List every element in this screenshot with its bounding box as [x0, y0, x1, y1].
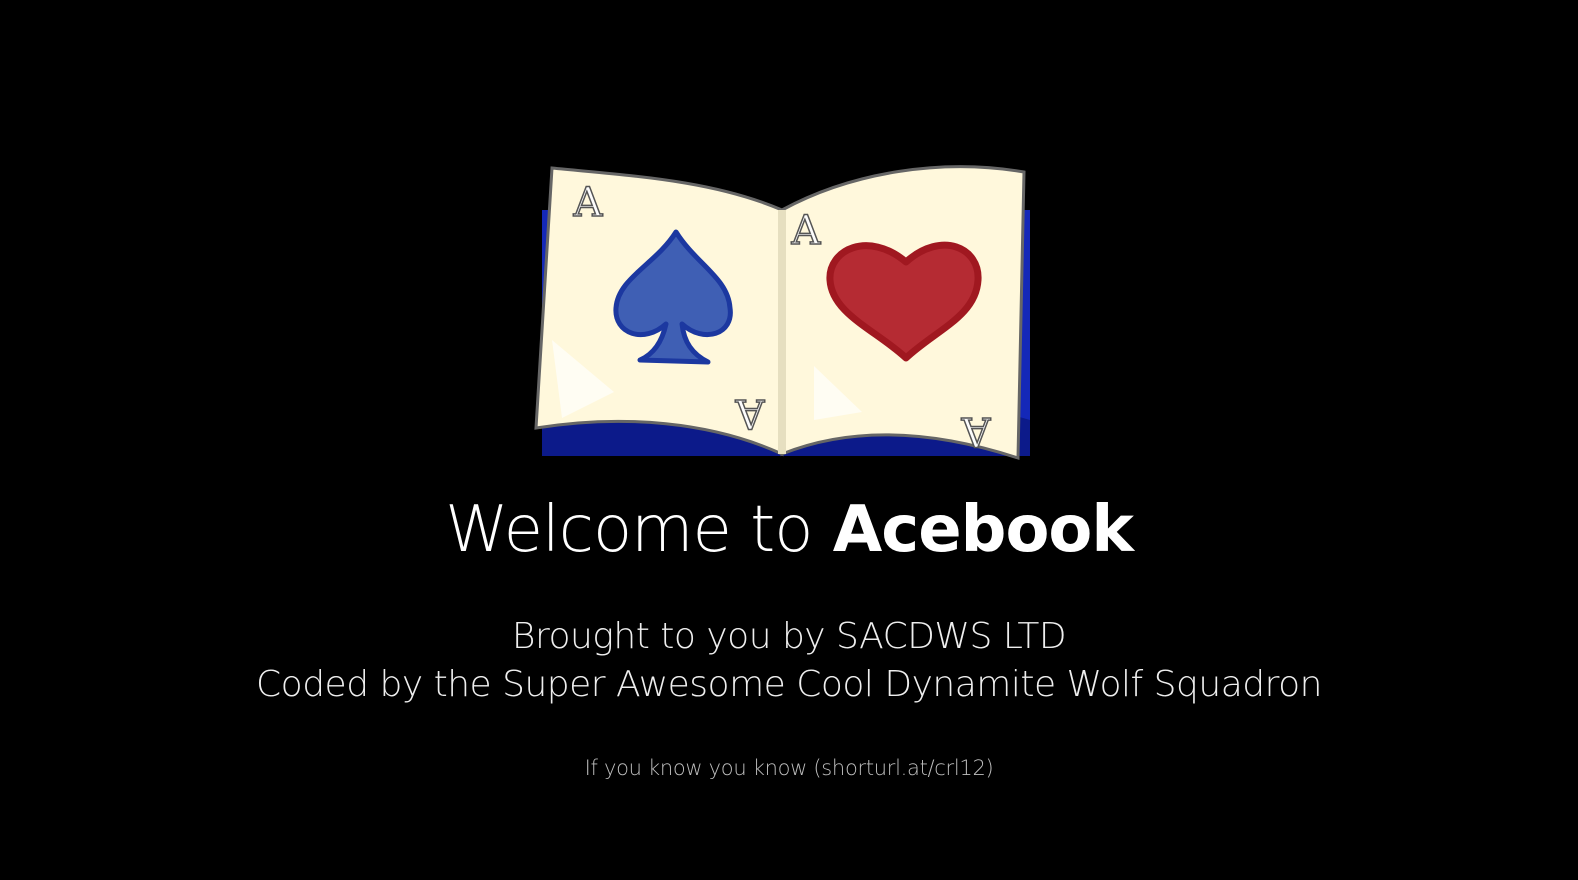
acebook-logo: A A A A [532, 158, 1038, 464]
welcome-prefix: Welcome to [445, 493, 813, 567]
open-book-aces-icon: A A A A [534, 165, 1030, 461]
right-page-rank-bottom: A [960, 408, 991, 454]
left-page-rank-top: A [573, 180, 604, 226]
credits: Brought to you by SACDWS LTD Coded by th… [0, 613, 1578, 709]
welcome-heading: Welcome to Acebook [0, 488, 1578, 572]
credits-line-company: Brought to you by SACDWS LTD [511, 616, 1067, 657]
brand-name: Acebook [832, 493, 1134, 567]
credits-line-team: Coded by the Super Awesome Cool Dynamite… [256, 664, 1322, 705]
right-page-rank-top: A [791, 208, 822, 254]
left-page-rank-bottom: A [734, 390, 765, 436]
footnote: If you know you know (shorturl.at/crl12) [584, 756, 994, 780]
